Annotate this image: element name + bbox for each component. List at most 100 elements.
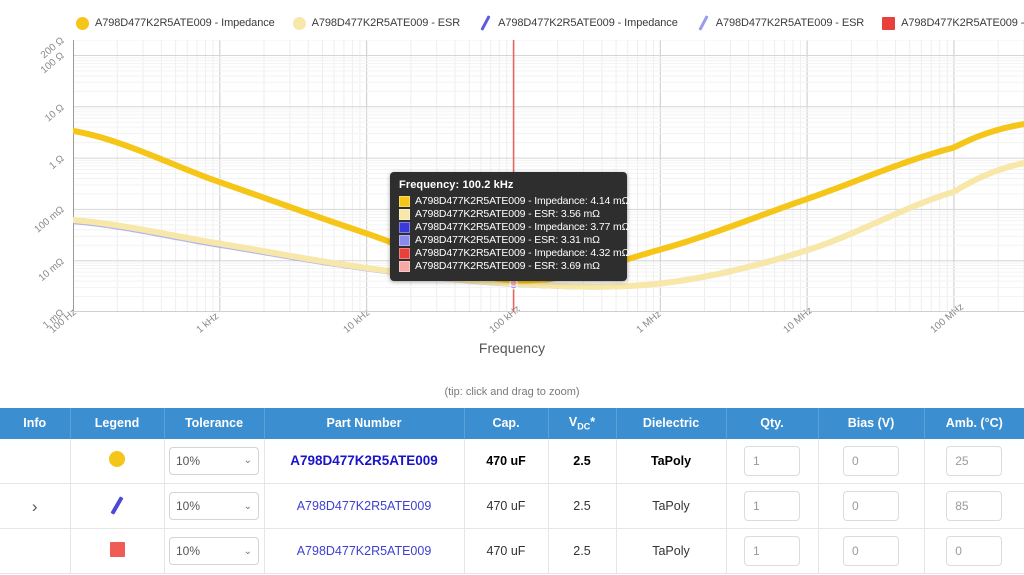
legend-item-4[interactable]: A798D477K2R5ATE009 - Impedance bbox=[882, 16, 1024, 30]
chevron-right-icon[interactable]: › bbox=[32, 498, 38, 515]
tooltip-title: Frequency: 100.2 kHz bbox=[399, 179, 514, 191]
parts-table-body: 10% ⌄ A798D477K2R5ATE009 470 uF 2.5 TaPoly 1 0 2… bbox=[0, 438, 1024, 574]
tolerance-select[interactable]: 10% ⌄ bbox=[169, 492, 259, 520]
tooltip-series-swatch bbox=[399, 235, 410, 246]
parts-table: Info Legend Tolerance Part Number Cap. V… bbox=[0, 408, 1024, 574]
row-bias-cell[interactable]: 0 bbox=[818, 528, 925, 574]
row-tolerance-cell[interactable]: 10% ⌄ bbox=[164, 483, 265, 529]
tooltip-row-4: A798D477K2R5ATE009 - Impedance: 4.32 mΩ bbox=[399, 247, 629, 260]
legend-item-1[interactable]: A798D477K2R5ATE009 - ESR bbox=[292, 16, 460, 30]
row-tolerance-cell[interactable]: 10% ⌄ bbox=[164, 438, 265, 484]
header-legend: Legend bbox=[70, 408, 165, 439]
ambient-temp-input[interactable]: 0 bbox=[946, 536, 1003, 566]
quantity-input[interactable]: 1 bbox=[744, 491, 800, 521]
row-expand-cell[interactable] bbox=[0, 528, 71, 574]
legend-item-label: A798D477K2R5ATE009 - Impedance bbox=[498, 17, 678, 29]
bias-input[interactable]: 0 bbox=[843, 491, 899, 521]
ambient-temp-input[interactable]: 25 bbox=[946, 445, 1003, 476]
row-amb-cell[interactable]: 25 bbox=[924, 438, 1024, 484]
circle-marker-icon bbox=[292, 16, 306, 30]
tooltip-series-swatch bbox=[399, 209, 410, 220]
part-number-link[interactable]: A798D477K2R5ATE009 bbox=[290, 453, 438, 468]
y-tick-3: 1 Ω bbox=[47, 153, 67, 172]
chevron-down-icon: ⌄ bbox=[243, 455, 252, 467]
x-axis-label: Frequency bbox=[478, 340, 546, 356]
square-marker-icon bbox=[882, 16, 896, 30]
row-qty-cell[interactable]: 1 bbox=[726, 438, 819, 484]
row-part-number-cell[interactable]: A798D477K2R5ATE009 bbox=[264, 483, 465, 529]
row-vdc-cell: 2.5 bbox=[548, 483, 617, 529]
chevron-down-icon: ⌄ bbox=[243, 500, 252, 512]
tolerance-value: 10% bbox=[176, 544, 201, 558]
quantity-input[interactable]: 1 bbox=[744, 536, 800, 566]
y-tick-4: 100 mΩ bbox=[32, 204, 67, 236]
row-part-number-cell[interactable]: A798D477K2R5ATE009 bbox=[264, 438, 465, 484]
part-number-link[interactable]: A798D477K2R5ATE009 bbox=[297, 499, 432, 513]
legend-item-3[interactable]: A798D477K2R5ATE009 - ESR bbox=[696, 16, 865, 30]
slash-legend-marker-icon bbox=[108, 496, 126, 514]
header-cap: Cap. bbox=[464, 408, 549, 439]
header-amb: Amb. (°C) bbox=[924, 408, 1024, 439]
legend-item-0[interactable]: A798D477K2R5ATE009 - Impedance bbox=[76, 16, 275, 30]
ambient-temp-input[interactable]: 85 bbox=[946, 491, 1003, 521]
row-bias-cell[interactable]: 0 bbox=[818, 438, 925, 484]
row-expand-cell[interactable]: › bbox=[0, 483, 71, 529]
row-part-number-cell[interactable]: A798D477K2R5ATE009 bbox=[264, 528, 465, 574]
tolerance-value: 10% bbox=[176, 499, 201, 513]
row-dielectric-cell: TaPoly bbox=[616, 438, 727, 484]
quantity-input[interactable]: 1 bbox=[744, 445, 800, 476]
row-amb-cell[interactable]: 0 bbox=[924, 528, 1024, 574]
x-tick-1: 1 kHz bbox=[194, 310, 221, 336]
header-info: Info bbox=[0, 408, 71, 439]
chart-tooltip: Frequency: 100.2 kHz A798D477K2R5ATE009 … bbox=[390, 172, 629, 281]
tolerance-select[interactable]: 10% ⌄ bbox=[169, 537, 259, 565]
header-vdc: VDC* bbox=[548, 408, 617, 439]
row-legend-cell bbox=[70, 528, 165, 574]
tolerance-value: 10% bbox=[176, 453, 201, 468]
legend-item-label: A798D477K2R5ATE009 - Impedance bbox=[95, 17, 275, 29]
row-legend-cell bbox=[70, 483, 165, 529]
tooltip-series-swatch bbox=[399, 248, 410, 259]
part-number-link[interactable]: A798D477K2R5ATE009 bbox=[297, 544, 432, 558]
circle-legend-marker-icon bbox=[109, 451, 125, 468]
header-part-number: Part Number bbox=[264, 408, 465, 439]
bias-input[interactable]: 0 bbox=[843, 536, 899, 566]
row-dielectric-cell: TaPoly bbox=[616, 528, 727, 574]
row-expand-cell[interactable] bbox=[0, 438, 71, 484]
chart-zoom-tip: (tip: click and drag to zoom) bbox=[444, 386, 580, 398]
table-header-row: Info Legend Tolerance Part Number Cap. V… bbox=[0, 408, 1024, 439]
chart-legend: A798D477K2R5ATE009 - Impedance A798D477K2… bbox=[0, 12, 1024, 34]
tooltip-series-value: A798D477K2R5ATE009 - ESR: 3.69 mΩ bbox=[415, 260, 600, 272]
row-tolerance-cell[interactable]: 10% ⌄ bbox=[164, 528, 265, 574]
tooltip-series-value: A798D477K2R5ATE009 - ESR: 3.56 mΩ bbox=[415, 208, 600, 220]
row-vdc-cell: 2.5 bbox=[548, 528, 617, 574]
parts-table-head: Info Legend Tolerance Part Number Cap. V… bbox=[0, 408, 1024, 439]
row-qty-cell[interactable]: 1 bbox=[726, 483, 819, 529]
capacitor-impedance-tool: A798D477K2R5ATE009 - Impedance A798D477K2… bbox=[0, 0, 1024, 575]
y-tick-2: 10 Ω bbox=[43, 102, 67, 125]
row-qty-cell[interactable]: 1 bbox=[726, 528, 819, 574]
vdc-main: V bbox=[568, 415, 578, 429]
slash-marker-icon bbox=[696, 16, 710, 30]
header-qty: Qty. bbox=[726, 408, 819, 439]
header-dielectric: Dielectric bbox=[616, 408, 727, 439]
tooltip-rows: A798D477K2R5ATE009 - Impedance: 4.14 mΩ A… bbox=[399, 195, 629, 273]
x-tick-4: 1 MHz bbox=[634, 308, 664, 336]
tooltip-row-5: A798D477K2R5ATE009 - ESR: 3.69 mΩ bbox=[399, 260, 618, 273]
row-bias-cell[interactable]: 0 bbox=[818, 483, 925, 529]
table-row[interactable]: › 10% ⌄ A798D477K2R5ATE009 470 uF 2.5 TaPoly 1 0… bbox=[0, 483, 1024, 529]
row-legend-cell bbox=[70, 438, 165, 484]
tooltip-series-value: A798D477K2R5ATE009 - Impedance: 4.32 mΩ bbox=[415, 247, 630, 259]
tooltip-series-swatch bbox=[399, 196, 410, 207]
square-legend-marker-icon bbox=[109, 542, 125, 557]
legend-item-2[interactable]: A798D477K2R5ATE009 - Impedance bbox=[478, 16, 678, 30]
row-dielectric-cell: TaPoly bbox=[616, 483, 727, 529]
table-row[interactable]: 10% ⌄ A798D477K2R5ATE009 470 uF 2.5 TaPoly 1 0 2… bbox=[0, 438, 1024, 484]
tooltip-series-value: A798D477K2R5ATE009 - Impedance: 3.77 mΩ bbox=[415, 221, 630, 233]
table-row[interactable]: 10% ⌄ A798D477K2R5ATE009 470 uF 2.5 TaPoly 1 0 0 bbox=[0, 528, 1024, 574]
bias-input[interactable]: 0 bbox=[843, 445, 899, 476]
legend-item-label: A798D477K2R5ATE009 - ESR bbox=[715, 17, 865, 29]
tolerance-select[interactable]: 10% ⌄ bbox=[169, 446, 259, 475]
tooltip-row-1: A798D477K2R5ATE009 - ESR: 3.56 mΩ bbox=[399, 208, 618, 221]
row-amb-cell[interactable]: 85 bbox=[924, 483, 1024, 529]
